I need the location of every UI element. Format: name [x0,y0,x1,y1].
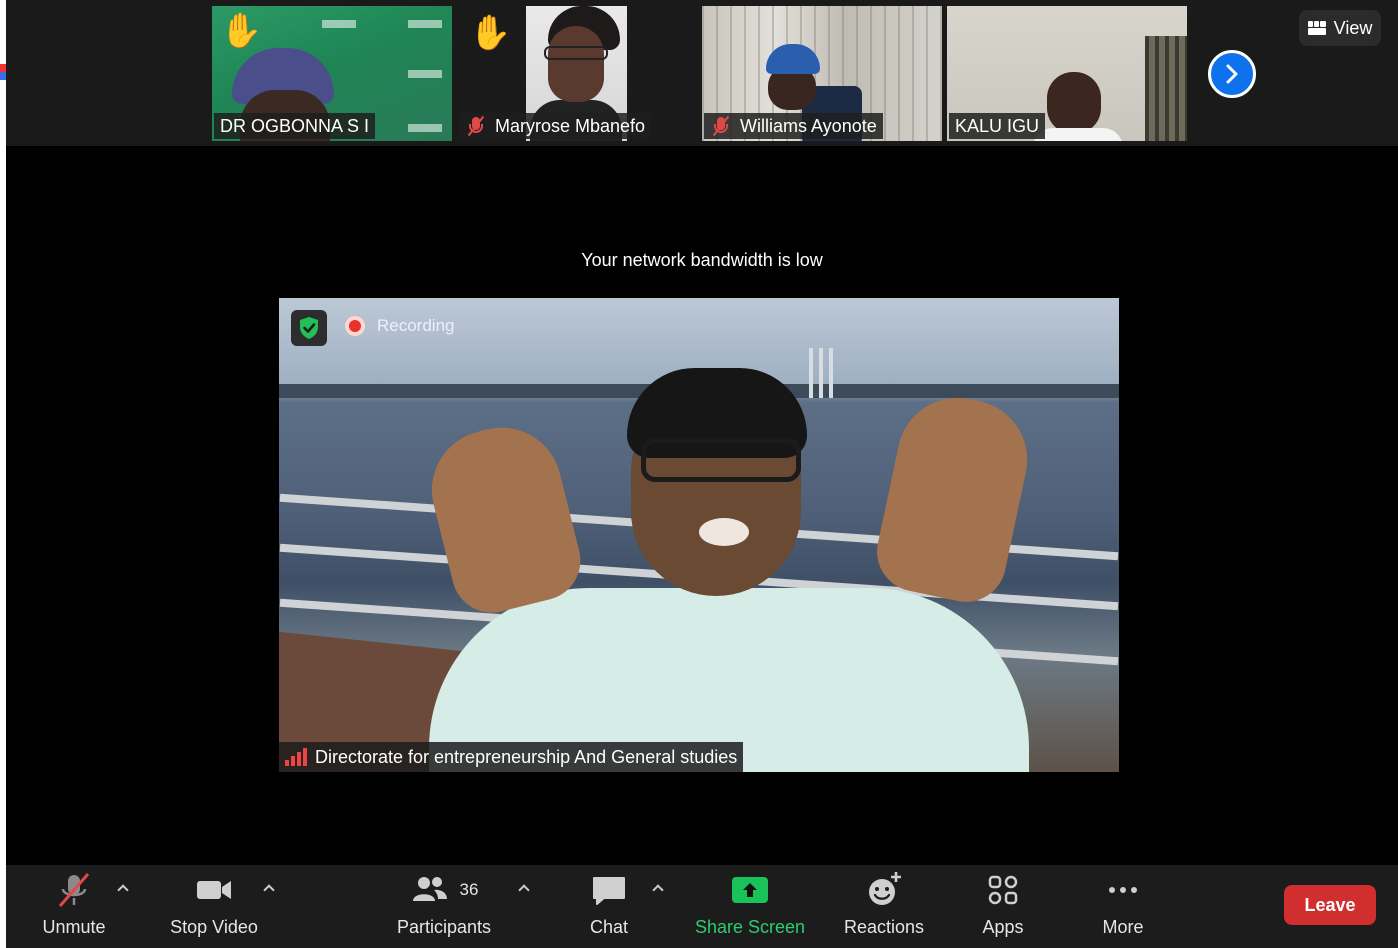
audio-options-caret[interactable] [114,879,132,897]
stop-video-label: Stop Video [170,917,258,937]
participant-count: 36 [459,880,479,899]
participant-name: Williams Ayonote [740,115,877,136]
smiley-plus-icon [864,865,904,915]
background-logo [408,124,442,132]
view-button-label: View [1333,17,1373,38]
participant-name: Maryrose Mbanefo [495,115,646,136]
unmute-label: Unmute [42,917,106,937]
share-screen-button[interactable]: Share Screen [690,865,810,948]
mic-off-icon [54,865,94,915]
raised-hand-icon: ✋ [469,14,512,52]
leave-button[interactable]: Leave [1284,885,1376,925]
mic-muted-icon [465,115,487,137]
more-button[interactable]: More [1088,865,1158,948]
network-warning: Your network bandwidth is low [581,250,823,270]
participant-tile[interactable]: KALU IGU [947,6,1187,141]
meeting-toolbar: Unmute Stop Video 36 Participants Chat S… [6,865,1398,948]
participants-label: Participants [396,917,492,937]
meeting-window: ✋ DR OGBONNA S I ✋ Maryrose Mbanefo Will… [6,0,1398,948]
shield-check-icon [300,317,318,339]
more-dots-icon [1103,865,1143,915]
participants-button[interactable]: 36 Participants [392,865,496,948]
chat-label: Chat [589,917,629,937]
raised-hand-icon: ✋ [220,12,263,50]
video-options-caret[interactable] [260,879,278,897]
participant-name-tag: KALU IGU [949,113,1046,139]
participant-strip: ✋ DR OGBONNA S I ✋ Maryrose Mbanefo Will… [6,0,1398,146]
stop-video-button[interactable]: Stop Video [164,865,264,948]
participant-video [1047,72,1101,134]
participant-name: KALU IGU [955,115,1040,136]
next-page-button[interactable] [1208,50,1256,98]
active-speaker-video[interactable]: Recording Directorate for entrepreneursh… [279,298,1119,772]
reactions-button[interactable]: Reactions [834,865,934,948]
participant-name: DR OGBONNA S I [220,115,370,136]
participant-tile[interactable]: ✋ DR OGBONNA S I [212,6,452,141]
more-label: More [1102,917,1144,937]
participants-icon-wrap: 36 [410,865,479,915]
grid-icon [1307,21,1326,35]
chat-button[interactable]: Chat [574,865,644,948]
people-icon [412,877,447,901]
background-logo [408,70,442,78]
participants-options-caret[interactable] [515,879,533,897]
video-camera-icon [194,865,234,915]
apps-icon [983,865,1023,915]
apps-label: Apps [982,917,1024,937]
unmute-button[interactable]: Unmute [34,865,114,948]
chevron-right-icon [1226,64,1238,84]
view-button[interactable]: View [1299,10,1381,46]
participant-name-tag: Williams Ayonote [704,113,883,139]
recording-indicator[interactable]: Recording [345,316,455,336]
reactions-label: Reactions [843,917,925,937]
participant-tile[interactable]: ✋ Maryrose Mbanefo [457,6,697,141]
participant-tile[interactable]: Williams Ayonote [702,6,942,141]
mic-muted-icon [710,115,732,137]
security-button[interactable] [291,310,327,346]
chat-bubble-icon [589,865,629,915]
signal-strength-icon [285,748,307,766]
chat-options-caret[interactable] [649,879,667,897]
background-logo [408,20,442,28]
share-icon-wrap [732,865,768,915]
share-arrow-icon [732,877,768,903]
participant-name-tag: DR OGBONNA S I [214,113,376,139]
record-dot-icon [345,316,365,336]
recording-label: Recording [377,316,455,335]
background-logo [322,20,356,28]
share-screen-label: Share Screen [694,917,806,937]
speaker-name-tag: Directorate for entrepreneurship And Gen… [279,742,744,772]
apps-button[interactable]: Apps [968,865,1038,948]
speaker-name: Directorate for entrepreneurship And Gen… [315,746,738,767]
participant-name-tag: Maryrose Mbanefo [459,113,652,139]
